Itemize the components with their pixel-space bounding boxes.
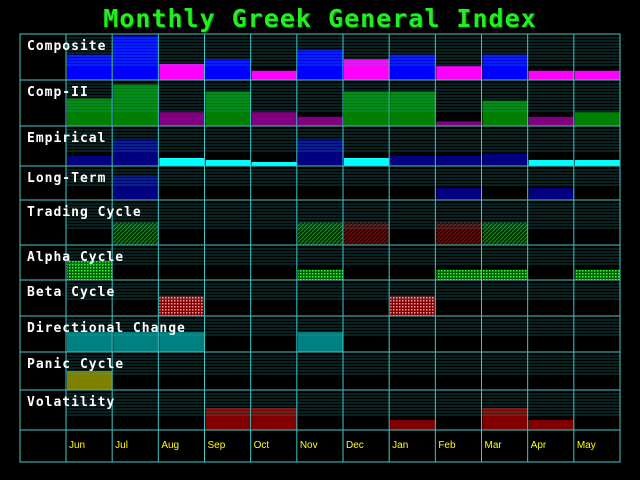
row-label-alpha-cycle: Alpha Cycle: [27, 250, 124, 265]
bar-empirical-dec: [344, 158, 390, 166]
bar-volatility-apr: [528, 420, 574, 430]
bar-empirical-jun: [67, 156, 113, 166]
bar-empirical-oct: [251, 162, 297, 166]
month-label-aug: Aug: [161, 440, 179, 451]
bar-alpha-cycle-nov: [297, 269, 343, 280]
bar-comp-ii-sep: [205, 91, 251, 126]
bar-comp-ii-feb: [436, 121, 482, 126]
bar-volatility-mar: [482, 408, 528, 430]
bar-volatility-jan: [390, 420, 436, 430]
row-label-volatility: Volatility: [27, 395, 115, 410]
bar-composite-oct: [251, 70, 297, 80]
month-label-jan: Jan: [392, 440, 408, 451]
month-label-jun: Jun: [69, 440, 85, 451]
bar-trading-cycle-dec: [344, 222, 390, 245]
chart-title: Monthly Greek General Index: [103, 4, 537, 33]
row-label-composite: Composite: [27, 39, 106, 54]
bar-empirical-sep: [205, 160, 251, 166]
bar-empirical-jan: [390, 156, 436, 166]
bar-composite-dec: [344, 59, 390, 80]
bar-volatility-oct: [251, 408, 297, 430]
bar-composite-jun: [67, 54, 113, 80]
row-label-beta-cycle: Beta Cycle: [27, 285, 115, 300]
row-label-trading-cycle: Trading Cycle: [27, 205, 142, 220]
bar-composite-jan: [390, 54, 436, 80]
month-label-mar: Mar: [485, 440, 503, 451]
bar-alpha-cycle-mar: [482, 269, 528, 280]
bar-empirical-apr: [528, 160, 574, 166]
bar-long-term-feb: [436, 188, 482, 200]
row-label-directional-change: Directional Change: [27, 321, 186, 336]
bar-composite-aug: [159, 63, 205, 80]
bar-comp-ii-dec: [344, 91, 390, 126]
month-label-dec: Dec: [346, 440, 364, 451]
bar-comp-ii-may: [574, 112, 620, 126]
bar-composite-mar: [482, 54, 528, 80]
bar-comp-ii-jul: [113, 84, 159, 126]
row-label-long-term: Long-Term: [27, 171, 106, 186]
bar-empirical-feb: [436, 156, 482, 166]
bar-long-term-apr: [528, 188, 574, 200]
bar-composite-apr: [528, 70, 574, 80]
bar-comp-ii-apr: [528, 116, 574, 126]
month-label-may: May: [577, 440, 596, 451]
bar-composite-sep: [205, 59, 251, 80]
bar-trading-cycle-jul: [113, 222, 159, 245]
bar-comp-ii-aug: [159, 112, 205, 126]
month-label-oct: Oct: [254, 440, 270, 451]
bar-alpha-cycle-feb: [436, 269, 482, 280]
bar-comp-ii-jun: [67, 98, 113, 126]
month-label-apr: Apr: [531, 440, 547, 451]
bar-long-term-jul: [113, 176, 159, 200]
bar-comp-ii-nov: [297, 116, 343, 126]
bar-alpha-cycle-may: [574, 269, 620, 280]
bar-trading-cycle-feb: [436, 222, 482, 245]
bar-comp-ii-mar: [482, 100, 528, 126]
bar-composite-may: [574, 70, 620, 80]
month-label-jul: Jul: [115, 440, 128, 451]
greek-index-chart: Composite Comp-II Empirical Long-Term Tradin…: [19, 33, 621, 463]
month-label-nov: Nov: [300, 440, 318, 451]
row-label-comp-ii: Comp-II: [27, 85, 89, 100]
bar-trading-cycle-mar: [482, 222, 528, 245]
bar-empirical-jul: [113, 140, 159, 166]
bar-comp-ii-oct: [251, 112, 297, 126]
bar-composite-feb: [436, 66, 482, 80]
bar-comp-ii-jan: [390, 91, 436, 126]
bar-empirical-aug: [159, 158, 205, 166]
bar-volatility-sep: [205, 408, 251, 430]
bar-trading-cycle-nov: [297, 222, 343, 245]
bar-empirical-mar: [482, 154, 528, 166]
row-label-empirical: Empirical: [27, 131, 106, 146]
bar-empirical-may: [574, 160, 620, 166]
month-label-sep: Sep: [208, 440, 226, 451]
bar-empirical-nov: [297, 140, 343, 166]
month-label-feb: Feb: [438, 440, 456, 451]
bar-composite-jul: [113, 36, 159, 80]
row-label-panic-cycle: Panic Cycle: [27, 357, 124, 372]
